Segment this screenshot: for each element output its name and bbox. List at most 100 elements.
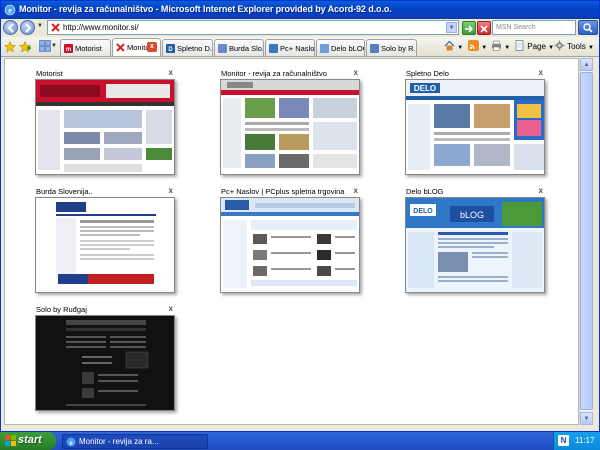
quick-tab-card-burda[interactable]: Burda Slovenija.. x — [35, 186, 175, 305]
scroll-down-icon[interactable]: ▼ — [580, 412, 593, 425]
burda-thumbnail-image — [36, 198, 174, 292]
page-icon — [269, 44, 278, 53]
close-icon[interactable]: x — [539, 68, 543, 77]
quick-tab-card-delo-blog[interactable]: Delo bLOG x DELO bLOG — [405, 186, 545, 305]
quick-tab-card-pcplus[interactable]: Pc+ Naslov | PCplus spletna trgovina x — [220, 186, 360, 305]
forward-button[interactable] — [20, 20, 35, 35]
solo-thumbnail-image — [36, 316, 174, 410]
close-icon[interactable]: x — [354, 186, 358, 195]
quick-tab-title: Solo by Ruđgaj — [36, 305, 87, 314]
close-icon[interactable]: x — [354, 68, 358, 77]
quick-tab-card-spletno-delo[interactable]: Spletno Delo x DELO — [405, 68, 545, 187]
quick-tab-title: Monitor - revija za računalništvo — [221, 69, 327, 78]
address-dropdown-icon[interactable]: ▼ — [446, 22, 457, 33]
print-dropdown-icon[interactable]: ▼ — [504, 45, 510, 51]
svg-text:e: e — [69, 439, 72, 447]
tools-menu-label: Tools — [567, 42, 586, 51]
feeds-dropdown-icon[interactable]: ▼ — [481, 45, 487, 51]
tray-app-icon[interactable]: N — [558, 435, 569, 446]
address-field[interactable]: http://www.monitor.si/ ▼ — [47, 20, 459, 35]
svg-text:e: e — [8, 6, 12, 15]
search-button[interactable] — [578, 20, 598, 35]
monitor-favicon-icon — [116, 43, 125, 52]
quick-tab-title: Burda Slovenija.. — [36, 187, 93, 196]
start-button[interactable]: start — [0, 432, 56, 450]
page-thumbnail[interactable] — [220, 79, 360, 175]
page-thumbnail[interactable] — [35, 79, 175, 175]
quick-tab-card-solo[interactable]: Solo by Ruđgaj x — [35, 304, 175, 423]
quick-tabs-view: Motorist x Monitor - revija za računalni… — [4, 58, 579, 425]
svg-text:DELO: DELO — [413, 208, 433, 215]
taskbar-item-monitor[interactable]: e Monitor - revija za ra... — [62, 434, 208, 449]
printer-icon — [492, 40, 501, 51]
home-icon — [444, 40, 455, 51]
page-thumbnail[interactable]: DELO — [405, 79, 545, 175]
tools-menu-button[interactable]: Tools ▼ — [554, 40, 594, 54]
forward-arrow-icon — [25, 23, 32, 33]
page-thumbnail[interactable] — [35, 315, 175, 411]
scroll-thumb[interactable] — [580, 72, 593, 410]
page-menu-button[interactable]: Page ▼ — [514, 40, 554, 54]
tab-monitor[interactable]: Monitor - revija... x — [112, 38, 161, 56]
add-favorites-icon[interactable] — [19, 41, 31, 53]
start-label: start — [18, 434, 42, 446]
print-button[interactable]: ▼ — [491, 40, 510, 54]
stop-button[interactable] — [477, 21, 491, 35]
vertical-scrollbar[interactable]: ▲ ▼ — [579, 58, 593, 425]
tab-list-dropdown-icon[interactable]: ▼ — [51, 43, 57, 49]
page-thumbnail[interactable]: DELO bLOG — [405, 197, 545, 293]
tab-pcplus[interactable]: Pc+ Naslo... — [265, 39, 315, 56]
svg-text:bLOG: bLOG — [460, 210, 484, 220]
close-icon[interactable]: x — [169, 68, 173, 77]
go-button[interactable] — [462, 21, 476, 35]
svg-text:DELO: DELO — [414, 84, 436, 93]
tab-bar: ▼ m Motorist Monitor - revija... x D Spl… — [1, 37, 599, 57]
history-dropdown-icon[interactable]: ▼ — [37, 23, 44, 31]
page-menu-label: Page — [527, 42, 546, 51]
browser-window: e Monitor - revija za računalništvo - Mi… — [0, 0, 600, 432]
close-icon[interactable]: x — [169, 304, 173, 313]
tab-spletno-delo[interactable]: D Spletno D... — [162, 39, 213, 56]
title-bar[interactable]: e Monitor - revija za računalništvo - Mi… — [1, 1, 599, 19]
tab-delo-blog[interactable]: Delo bLOG — [316, 39, 365, 56]
quick-tab-title: Delo bLOG — [406, 187, 444, 196]
page-thumbnail[interactable] — [220, 197, 360, 293]
monitor-thumbnail-image — [221, 80, 359, 174]
quick-tabs-icon[interactable] — [39, 40, 51, 52]
close-tab-icon[interactable]: x — [147, 42, 157, 52]
tab-motorist[interactable]: m Motorist — [60, 39, 111, 56]
search-placeholder: MSN Search — [496, 24, 536, 31]
address-url: http://www.monitor.si/ — [63, 23, 139, 32]
address-toolbar: ▼ http://www.monitor.si/ ▼ MSN Search — [1, 19, 599, 37]
feeds-button[interactable]: ▼ — [468, 40, 487, 54]
back-button[interactable] — [3, 20, 18, 35]
motorist-thumbnail-image — [36, 80, 174, 174]
page-thumbnail[interactable] — [35, 197, 175, 293]
home-dropdown-icon[interactable]: ▼ — [457, 45, 463, 51]
search-icon — [583, 23, 593, 33]
blog-thumbnail-image: DELO bLOG — [406, 198, 544, 292]
search-input[interactable]: MSN Search — [492, 20, 576, 35]
close-icon[interactable]: x — [169, 186, 173, 195]
close-icon[interactable]: x — [539, 186, 543, 195]
quick-tab-title: Spletno Delo — [406, 69, 449, 78]
svg-text:m: m — [66, 47, 71, 53]
quick-tab-card-monitor[interactable]: Monitor - revija za računalništvo x — [220, 68, 360, 187]
scroll-up-icon[interactable]: ▲ — [580, 58, 593, 71]
page-icon — [515, 40, 524, 51]
favorites-star-icon[interactable] — [4, 41, 16, 53]
pcplus-thumbnail-image — [221, 198, 359, 292]
internet-explorer-icon: e — [4, 4, 16, 16]
taskbar-item-label: Monitor - revija za ra... — [79, 437, 159, 446]
quick-tab-card-motorist[interactable]: Motorist x — [35, 68, 175, 187]
back-arrow-icon — [7, 23, 14, 33]
monitor-favicon-icon — [51, 23, 60, 32]
tab-solo[interactable]: Solo by R... — [366, 39, 417, 56]
window-title: Monitor - revija za računalništvo - Micr… — [19, 4, 392, 14]
page-icon — [370, 44, 379, 53]
home-button[interactable]: ▼ — [444, 40, 463, 54]
page-icon: m — [64, 44, 73, 53]
tab-burda[interactable]: Burda Slo... — [214, 39, 264, 56]
internet-explorer-icon: e — [66, 437, 76, 447]
page-icon: D — [166, 44, 175, 53]
